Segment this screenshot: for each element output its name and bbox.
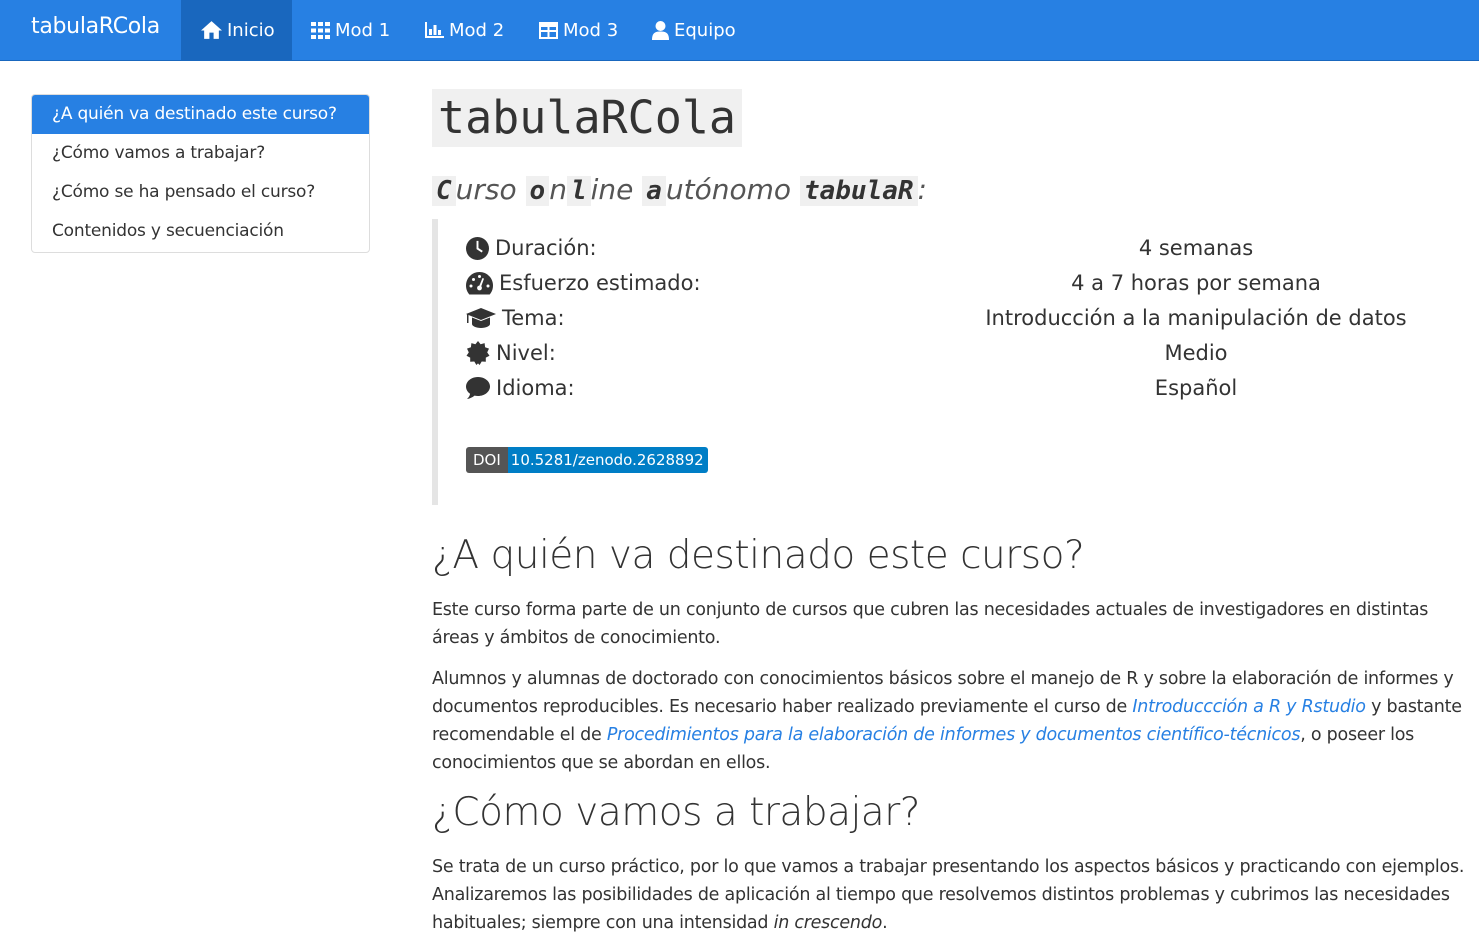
table-icon bbox=[539, 21, 558, 39]
tachometer-icon bbox=[466, 271, 493, 294]
subtitle-part: tabulaR bbox=[799, 176, 918, 206]
navbar-brand[interactable]: tabulaRCola bbox=[31, 14, 160, 39]
section-heading-trabajar: ¿Cómo vamos a trabajar? bbox=[432, 790, 920, 835]
home-icon bbox=[201, 21, 222, 39]
doi-badge-key: DOI bbox=[466, 447, 508, 473]
link-procedimientos-informes[interactable]: Procedimientos para la elaboración de in… bbox=[607, 725, 1301, 745]
subtitle-part: utónomo bbox=[665, 173, 800, 206]
nav-item-equipo[interactable]: Equipo bbox=[652, 0, 736, 60]
toc-item-trabajar[interactable]: ¿Cómo vamos a trabajar? bbox=[32, 134, 369, 173]
info-label: Esfuerzo estimado: bbox=[499, 271, 701, 295]
subtitle-part: o bbox=[525, 176, 550, 206]
subtitle-part: C bbox=[432, 176, 456, 206]
subtitle-part: a bbox=[642, 176, 666, 206]
nav-item-label: Inicio bbox=[227, 19, 275, 41]
paragraph: Alumnos y alumnas de doctorado con conoc… bbox=[432, 665, 1468, 777]
paragraph: Se trata de un curso práctico, por lo qu… bbox=[432, 853, 1468, 937]
info-row-idioma: Idioma: Español bbox=[466, 376, 1466, 406]
nav-item-label: Mod 1 bbox=[335, 19, 391, 41]
subtitle-part: : bbox=[917, 173, 927, 206]
emphasis-text: in crescendo bbox=[773, 913, 883, 933]
info-value: 4 a 7 horas por semana bbox=[1071, 271, 1321, 295]
top-navbar: tabulaRCola Inicio Mod 1 Mod 2 Mod 3 Equ… bbox=[0, 0, 1479, 61]
paragraph-text: . bbox=[882, 913, 888, 933]
link-intro-r-rstudio[interactable]: Introduccción a R y Rstudio bbox=[1132, 697, 1366, 717]
nav-item-mod3[interactable]: Mod 3 bbox=[539, 0, 618, 60]
certificate-icon bbox=[466, 341, 490, 365]
comment-icon bbox=[466, 377, 490, 399]
info-value: Español bbox=[1154, 376, 1238, 400]
info-label: Nivel: bbox=[496, 341, 556, 365]
nav-item-label: Mod 2 bbox=[449, 19, 505, 41]
user-icon bbox=[652, 20, 669, 40]
info-value: Medio bbox=[1164, 341, 1228, 365]
paragraph: Este curso forma parte de un conjunto de… bbox=[432, 600, 1429, 648]
info-row-nivel: Nivel: Medio bbox=[466, 341, 1466, 371]
section-heading-destinado: ¿A quién va destinado este curso? bbox=[432, 533, 1085, 578]
info-row-duracion: Duración: 4 semanas bbox=[466, 236, 1466, 266]
nav-item-label: Mod 3 bbox=[563, 19, 619, 41]
graduation-cap-icon bbox=[466, 308, 496, 328]
doi-badge[interactable]: DOI 10.5281/zenodo.2628892 bbox=[466, 447, 708, 473]
nav-item-inicio[interactable]: Inicio bbox=[181, 0, 292, 60]
info-label: Tema: bbox=[502, 306, 565, 330]
clock-icon bbox=[466, 236, 489, 260]
info-row-tema: Tema: Introducción a la manipulación de … bbox=[466, 306, 1466, 336]
subtitle-part: l bbox=[566, 176, 591, 206]
info-value: Introducción a la manipulación de datos bbox=[985, 306, 1407, 330]
info-label: Duración: bbox=[495, 236, 597, 260]
nav-item-mod1[interactable]: Mod 1 bbox=[311, 0, 390, 60]
toc-item-contenidos[interactable]: Contenidos y secuenciación bbox=[32, 212, 369, 251]
subtitle-part: ine bbox=[590, 173, 643, 206]
subtitle-part: urso bbox=[455, 173, 526, 206]
toc-item-pensado[interactable]: ¿Cómo se ha pensado el curso? bbox=[32, 173, 369, 212]
toc-item-destinado[interactable]: ¿A quién va destinado este curso? bbox=[32, 95, 369, 134]
page-title: tabulaRCola bbox=[432, 89, 743, 147]
table-of-contents: ¿A quién va destinado este curso? ¿Cómo … bbox=[31, 94, 370, 253]
grid-icon bbox=[311, 21, 330, 39]
paragraph-text: Se trata de un curso práctico, por lo qu… bbox=[432, 857, 1465, 933]
doi-badge-value: 10.5281/zenodo.2628892 bbox=[507, 447, 708, 473]
nav-item-label: Equipo bbox=[674, 19, 736, 41]
course-info-blockquote: Duración: 4 semanas Esfuerzo estimado: 4… bbox=[432, 219, 1468, 505]
info-row-esfuerzo: Esfuerzo estimado: 4 a 7 horas por seman… bbox=[466, 271, 1466, 301]
bar-chart-icon bbox=[425, 22, 444, 38]
page-subtitle: Curso o n l ine a utónomo tabulaR: bbox=[432, 170, 927, 210]
subtitle-part: n bbox=[549, 173, 567, 206]
info-value: 4 semanas bbox=[1138, 236, 1254, 260]
info-label: Idioma: bbox=[496, 376, 575, 400]
nav-item-mod2[interactable]: Mod 2 bbox=[425, 0, 504, 60]
